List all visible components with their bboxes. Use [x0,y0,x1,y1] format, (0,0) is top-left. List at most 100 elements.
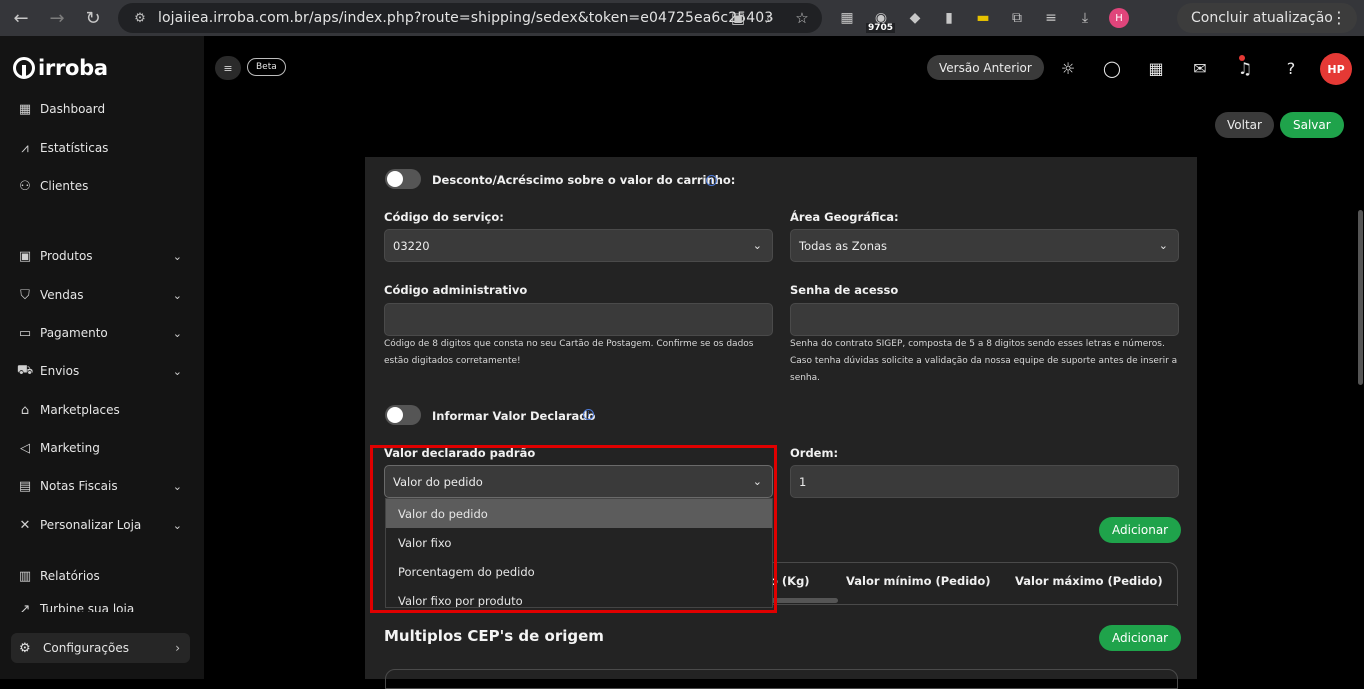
sidebar: irroba ▦ Dashboard ⩘ Estatísticas ⚇ Clie… [0,36,204,679]
save-button[interactable]: Salvar [1280,112,1344,138]
sidebar-item-label: Turbine sua loja [40,602,135,612]
sidebar-item-label: Produtos [40,249,93,263]
mail-icon[interactable]: ✉ [1190,58,1210,78]
declared-value-toggle[interactable] [385,405,421,425]
extensions-bar: ▦ ◉ 9705 ◆ ▮ ▬ ⧉ ≡ ⤓ H [832,3,1134,33]
top-bar: ≡ Beta Versão Anterior ☼ ◯ ▦ ✉ ♫ ? HP [204,36,1364,100]
docs-extension-icon[interactable]: ▮ [934,3,964,33]
order-value: 1 [799,474,807,489]
dropdown-option-porcentagem[interactable]: Porcentagem do pedido [386,557,772,586]
bookmark-star-icon[interactable]: ☆ [790,7,814,29]
previous-version-button[interactable]: Versão Anterior [927,55,1044,80]
browser-toolbar: ← → ↻ ⚙ lojaiiea.irroba.com.br/aps/index… [0,0,1364,36]
diamond-extension-icon[interactable]: ◆ [900,3,930,33]
logo[interactable]: irroba [13,56,108,80]
logo-mark-icon [13,57,35,79]
card-extension-icon[interactable]: ▬ [968,3,998,33]
sidebar-item-label: Clientes [40,179,89,193]
admin-code-input[interactable] [384,303,773,336]
sidebar-item-dashboard[interactable]: ▦ Dashboard [16,97,188,121]
sidebar-item-label: Personalizar Loja [40,518,142,532]
zoom-icon[interactable]: ⌕ [758,7,782,29]
sidebar-item-label: Marketing [40,441,100,455]
order-input[interactable]: 1 [790,465,1179,498]
more-menu-icon[interactable]: ⋮ [1331,8,1347,27]
puzzle-icon[interactable]: ⧉ [1002,3,1032,33]
qr-code-icon[interactable]: ▦ [832,3,862,33]
dropdown-option-valor-fixo[interactable]: Valor fixo [386,528,772,557]
back-arrow-icon[interactable]: ← [6,3,36,33]
chevron-down-icon: ⌄ [172,364,182,378]
chevron-down-icon: ⌄ [172,326,182,340]
sidebar-item-vendas[interactable]: ⛉ Vendas ⌄ [16,283,188,307]
address-bar[interactable]: ⚙ lojaiiea.irroba.com.br/aps/index.php?r… [118,3,822,33]
download-icon[interactable]: ⤓ [1070,3,1100,33]
sidebar-item-label: Relatórios [40,569,100,583]
update-button[interactable]: Concluir atualização ⋮ [1177,3,1357,33]
order-label: Ordem: [790,446,839,460]
sidebar-item-notas-fiscais[interactable]: ▤ Notas Fiscais ⌄ [16,474,188,498]
declared-value-dropdown: Valor do pedido Valor fixo Porcentagem d… [385,498,773,608]
password-help: Senha do contrato SIGEP, composta de 5 a… [790,339,1178,383]
service-code-select[interactable]: 03220 ⌄ [384,229,773,262]
bag-icon: ⛉ [20,287,30,303]
admin-code-label: Código administrativo [384,283,528,297]
service-code-label: Código do serviço: [384,210,504,224]
sidebar-item-produtos[interactable]: ▣ Produtos ⌄ [16,244,188,268]
geo-area-value: Todas as Zonas [799,238,888,253]
declared-default-label: Valor declarado padrão [384,446,536,460]
declared-value-toggle-label: Informar Valor Declarado [432,409,596,423]
sidebar-item-turbine[interactable]: ↗ Turbine sua loja [16,602,188,612]
sidebar-item-marketplaces[interactable]: ⌂ Marketplaces [16,398,188,422]
collapse-sidebar-button[interactable]: ≡ [215,56,241,80]
forward-arrow-icon[interactable]: → [42,3,72,33]
sidebar-item-relatorios[interactable]: ▥ Relatórios [16,564,188,588]
add-origin-button[interactable]: Adicionar [1099,625,1182,651]
table-scrollbar[interactable] [770,598,838,603]
url-text[interactable]: lojaiiea.irroba.com.br/aps/index.php?rou… [158,10,773,26]
sidebar-item-label: Notas Fiscais [40,479,118,493]
megaphone-icon: ◁ [20,440,30,456]
bell-icon[interactable]: ♫ [1235,58,1255,78]
sidebar-item-clientes[interactable]: ⚇ Clientes [16,174,188,198]
reload-icon[interactable]: ↻ [78,3,108,33]
help-icon[interactable]: ? [1281,58,1301,78]
sidebar-item-envios[interactable]: ⛟ Envios ⌄ [16,359,188,383]
chevron-down-icon: ⌄ [172,249,182,263]
add-button[interactable]: Adicionar [1099,517,1182,543]
site-settings-icon[interactable]: ⚙ [128,11,152,26]
sidebar-item-configuracoes[interactable]: ⚙ Configurações › [11,633,190,663]
sidebar-item-marketing[interactable]: ◁ Marketing [16,436,188,460]
discount-toggle[interactable] [385,169,421,189]
avatar[interactable]: HP [1320,53,1352,85]
sidebar-item-personalizar-loja[interactable]: ✕ Personalizar Loja ⌄ [16,513,188,537]
whatsapp-icon[interactable]: ◯ [1102,58,1122,78]
install-app-icon[interactable]: ▣ [726,7,750,29]
stats-icon: ⩘ [21,140,29,156]
password-input[interactable] [790,303,1179,336]
media-queue-icon[interactable]: ≡ [1036,3,1066,33]
declared-default-select[interactable]: Valor do pedido ⌄ [384,465,773,498]
dropdown-option-valor-do-pedido[interactable]: Valor do pedido [386,499,772,528]
sun-icon[interactable]: ☼ [1058,58,1078,78]
table-header-weight: o (Kg) [770,574,810,588]
geo-area-select[interactable]: Todas as Zonas ⌄ [790,229,1179,262]
chevron-down-icon: ⌄ [752,475,762,488]
chevron-down-icon: ⌄ [1158,239,1168,252]
sidebar-item-estatisticas[interactable]: ⩘ Estatísticas [16,136,188,160]
calendar-icon[interactable]: ▦ [1146,58,1166,78]
sidebar-item-label: Envios [40,364,80,378]
dropdown-option-valor-fixo-produto[interactable]: Valor fixo por produto [386,586,772,608]
info-icon[interactable]: i [583,409,594,420]
profile-avatar[interactable]: H [1104,3,1134,33]
invoice-icon: ▤ [18,478,32,494]
extension-badge-icon[interactable]: ◉ 9705 [866,3,896,33]
card-icon: ▭ [18,325,32,341]
chevron-right-icon: › [175,641,180,655]
sidebar-item-pagamento[interactable]: ▭ Pagamento ⌄ [16,321,188,345]
back-button[interactable]: Voltar [1215,112,1274,138]
gear-icon: ⚙ [19,640,31,656]
info-icon[interactable]: i [706,175,717,186]
table-header-min-value: Valor mínimo (Pedido) [846,574,991,588]
page-scrollbar[interactable] [1358,210,1363,385]
